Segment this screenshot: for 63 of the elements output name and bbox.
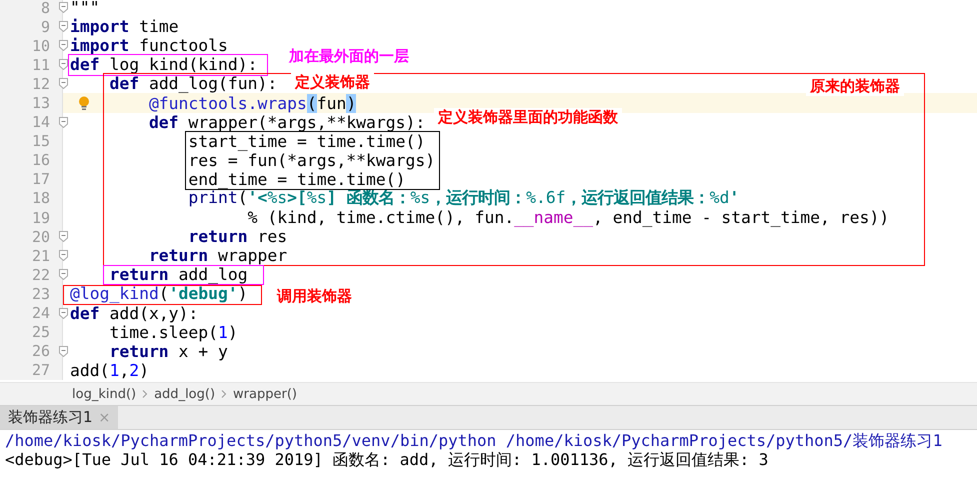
line-number: 23 (30, 284, 50, 303)
fold-marker-icon[interactable] (59, 116, 68, 128)
line-number: 11 (30, 56, 50, 74)
code-line: time.sleep(1) (108, 322, 238, 342)
line-number: 18 (30, 189, 50, 208)
code-line: return add_log (108, 265, 248, 284)
fold-marker-icon[interactable] (59, 308, 68, 318)
code-line: print('<%s>[%s] 函数名：%s，运行时间：%.6f，运行返回值结果：%d' (187, 188, 740, 210)
code-line: return x + y (108, 342, 228, 361)
line-number: 13 (30, 94, 50, 112)
line-number: 20 (30, 228, 50, 246)
annotation-label: 定义装饰器 (291, 73, 374, 92)
breadcrumb-item[interactable]: log_kind() (72, 386, 136, 402)
code-line: start_time = time.time() (187, 132, 426, 151)
code-line: def log_kind(kind): (70, 55, 258, 74)
code-line: def add_log(fun): (108, 74, 278, 94)
code-line: @functools.wraps(fun) (148, 94, 356, 113)
line-number: 9 (40, 18, 50, 36)
line-number: 19 (30, 208, 50, 227)
code-line: @log_kind('debug') (70, 284, 248, 304)
annotation-label: 定义装饰器里面的功能函数 (434, 108, 622, 127)
code-line: % (kind, time.ctime(), fun.__name__, end_time - start_time, res)) (246, 208, 890, 228)
fold-marker-icon[interactable] (59, 269, 68, 280)
line-number: 25 (30, 323, 50, 342)
line-number: 10 (30, 36, 50, 55)
line-number: 16 (30, 151, 50, 170)
code-line: def wrapper(*args,**kwargs): (148, 112, 426, 132)
fold-marker-icon[interactable] (59, 59, 68, 70)
code-line: return res (187, 227, 288, 246)
code-line: import functools (70, 36, 228, 56)
chevron-icon (142, 390, 148, 398)
line-number: 14 (30, 113, 50, 132)
chevron-icon (221, 390, 228, 398)
line-number: 21 (30, 246, 50, 265)
annotation-label: 原来的装饰器 (806, 77, 904, 96)
fold-marker-icon[interactable] (59, 231, 68, 242)
fold-marker-icon[interactable] (59, 21, 68, 32)
fold-marker-icon[interactable] (59, 78, 68, 90)
code-line: return wrapper (148, 246, 288, 266)
line-number: 15 (30, 132, 50, 150)
console-command: /home/kiosk/PycharmProjects/python5/venv/bin/python /home/kiosk/PycharmProjects/python5/装饰器练习1 (5, 431, 944, 450)
code-line: """ (70, 0, 100, 18)
line-number: 8 (40, 0, 50, 17)
lightbulb-icon[interactable] (78, 96, 90, 111)
fold-marker-icon[interactable] (59, 2, 68, 13)
code-line: import time (70, 17, 179, 36)
code-line: end_time = time.time() (187, 170, 406, 189)
code-line: add(1,2) (70, 360, 149, 380)
line-number: 27 (30, 361, 50, 380)
code-line: def add(x,y): (70, 304, 198, 323)
line-number: 22 (30, 266, 50, 284)
fold-marker-icon[interactable] (59, 346, 68, 357)
fold-marker-icon[interactable] (59, 40, 68, 52)
code-line: res = fun(*args,**kwargs) (187, 150, 436, 170)
run-tab[interactable]: 装饰器练习1 × (0, 406, 118, 429)
breadcrumb-item[interactable]: add_log() (154, 386, 216, 402)
line-number: 26 (30, 342, 50, 360)
line-number: 12 (30, 74, 50, 93)
console-output: <debug>[Tue Jul 16 04:21:39 2019] 函数名: add, 运行时间: 1.001136, 运行返回值结果: 3 (5, 450, 770, 469)
fold-marker-icon[interactable] (59, 250, 68, 262)
breadcrumb-item[interactable]: wrapper() (233, 386, 297, 402)
line-number: 24 (30, 304, 50, 322)
line-number: 17 (30, 170, 50, 188)
